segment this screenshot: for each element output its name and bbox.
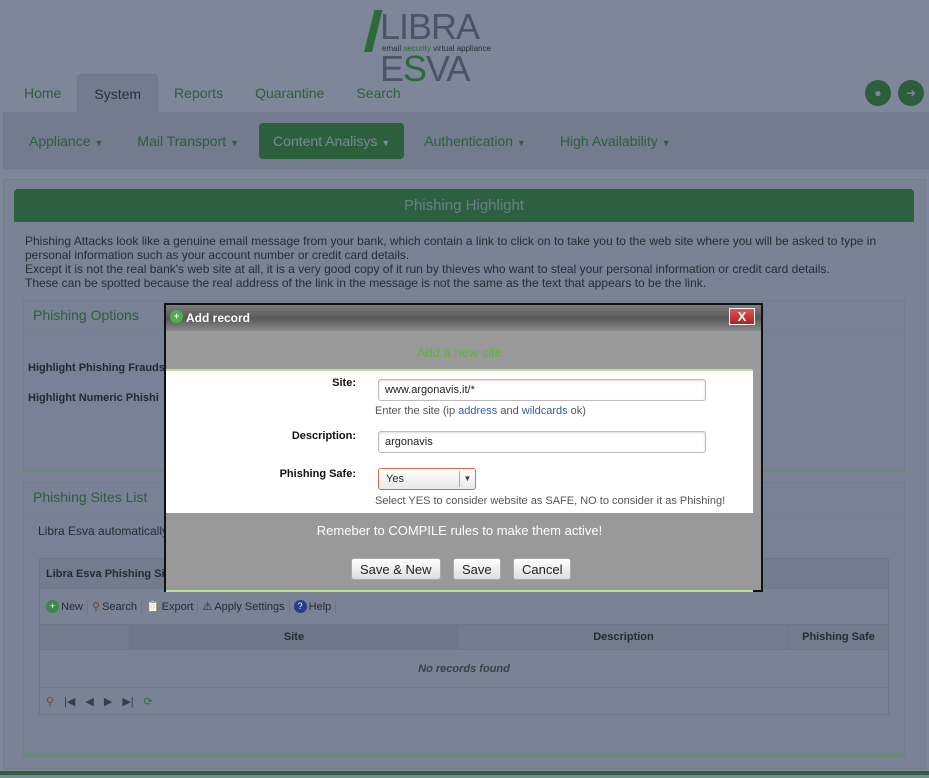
save-button[interactable]: Save (453, 558, 501, 580)
add-icon: + (46, 600, 59, 613)
search-button[interactable]: ⚲ Search (92, 600, 142, 613)
column-phishing-safe[interactable]: Phishing Safe (789, 625, 888, 649)
column-description[interactable]: Description (459, 625, 789, 649)
tab-system[interactable]: System (77, 74, 159, 112)
highlight-numeric-label: Highlight Numeric Phishi (28, 392, 159, 404)
page-title: Phishing Highlight (14, 189, 914, 222)
column-select (40, 625, 130, 649)
phishing-safe-select[interactable]: Yes ▼ (378, 468, 476, 490)
libraesva-logo: LIBRA ESVA email security virtual applia… (364, 6, 574, 89)
compile-reminder: Remeber to COMPILE rules to make them ac… (316, 523, 603, 538)
highlight-frauds-label: Highlight Phishing Frauds (28, 362, 165, 374)
site-hint: Enter the site (ip address and wildcards… (375, 405, 586, 417)
tab-quarantine[interactable]: Quarantine (239, 74, 340, 112)
grid-header: Site Description Phishing Safe (40, 625, 888, 650)
dialog-title: Add record (186, 311, 251, 325)
description-label: Description: (291, 430, 356, 442)
column-site[interactable]: Site (130, 625, 459, 649)
help-icon: ? (293, 600, 307, 613)
sites-description: Libra Esva automatically (38, 524, 169, 538)
add-record-dialog: + Add record X Add a new site Site: Ente… (164, 303, 763, 592)
logout-icon[interactable]: ➜ (898, 80, 924, 106)
site-label: Site: (332, 377, 356, 389)
dialog-form: Site: Enter the site (ip address and wil… (166, 371, 753, 513)
nav-high-availability[interactable]: High Availability ▼ (546, 123, 685, 159)
chevron-down-icon: ▼ (459, 471, 475, 487)
dialog-subtitle: Add a new site (166, 335, 753, 371)
nav-mail-transport[interactable]: Mail Transport ▼ (123, 123, 253, 159)
close-button[interactable]: X (729, 308, 755, 325)
dialog-footer: Remeber to COMPILE rules to make them ac… (166, 513, 753, 592)
export-button[interactable]: 📋 Export (146, 600, 199, 613)
tab-reports[interactable]: Reports (158, 74, 239, 112)
export-icon: 📋 (145, 601, 160, 613)
apply-settings-button[interactable]: ⚠ Apply Settings (202, 600, 290, 613)
next-page-icon[interactable]: ▶ (104, 695, 112, 708)
grid-pager: ⚲ |◀ ◀ ▶ ▶| ⟳ (40, 688, 888, 714)
save-and-new-button[interactable]: Save & New (351, 558, 441, 580)
phishing-safe-label: Phishing Safe: (279, 468, 356, 480)
nav-appliance[interactable]: Appliance ▼ (15, 123, 117, 159)
footer-divider (0, 771, 929, 775)
intro-text: Phishing Attacks look like a genuine ema… (25, 234, 877, 290)
nav-authentication[interactable]: Authentication ▼ (410, 123, 540, 159)
site-input[interactable] (378, 379, 706, 401)
phishing-safe-hint: Select YES to consider website as SAFE, … (375, 495, 726, 507)
nav-content-analisys[interactable]: Content Analisys ▼ (259, 122, 405, 159)
user-icon[interactable]: ● (865, 80, 891, 106)
grid-toolbar: + New ⚲ Search 📋 Export ⚠ Apply Settings ? He… (40, 589, 888, 625)
description-input[interactable] (378, 431, 706, 453)
main-tabs: Home System Reports Quarantine Search (8, 74, 417, 112)
prev-page-icon[interactable]: ◀ (85, 695, 93, 708)
tab-home[interactable]: Home (8, 74, 77, 112)
empty-message: No records found (40, 650, 888, 688)
cancel-button[interactable]: Cancel (513, 558, 572, 580)
last-page-icon[interactable]: ▶| (122, 695, 133, 708)
sub-navigation: Appliance ▼ Mail Transport ▼ Content Anali… (3, 112, 929, 169)
dialog-titlebar[interactable]: + Add record (166, 305, 761, 331)
search-icon[interactable]: ⚲ (46, 695, 54, 708)
help-button[interactable]: ? Help (293, 600, 337, 613)
add-icon: + (170, 310, 183, 323)
warning-icon: ⚠ (202, 601, 213, 613)
tab-search[interactable]: Search (340, 74, 416, 112)
new-button[interactable]: + New (46, 600, 89, 613)
first-page-icon[interactable]: |◀ (64, 695, 75, 708)
refresh-icon[interactable]: ⟳ (144, 695, 153, 708)
search-icon: ⚲ (92, 601, 101, 613)
